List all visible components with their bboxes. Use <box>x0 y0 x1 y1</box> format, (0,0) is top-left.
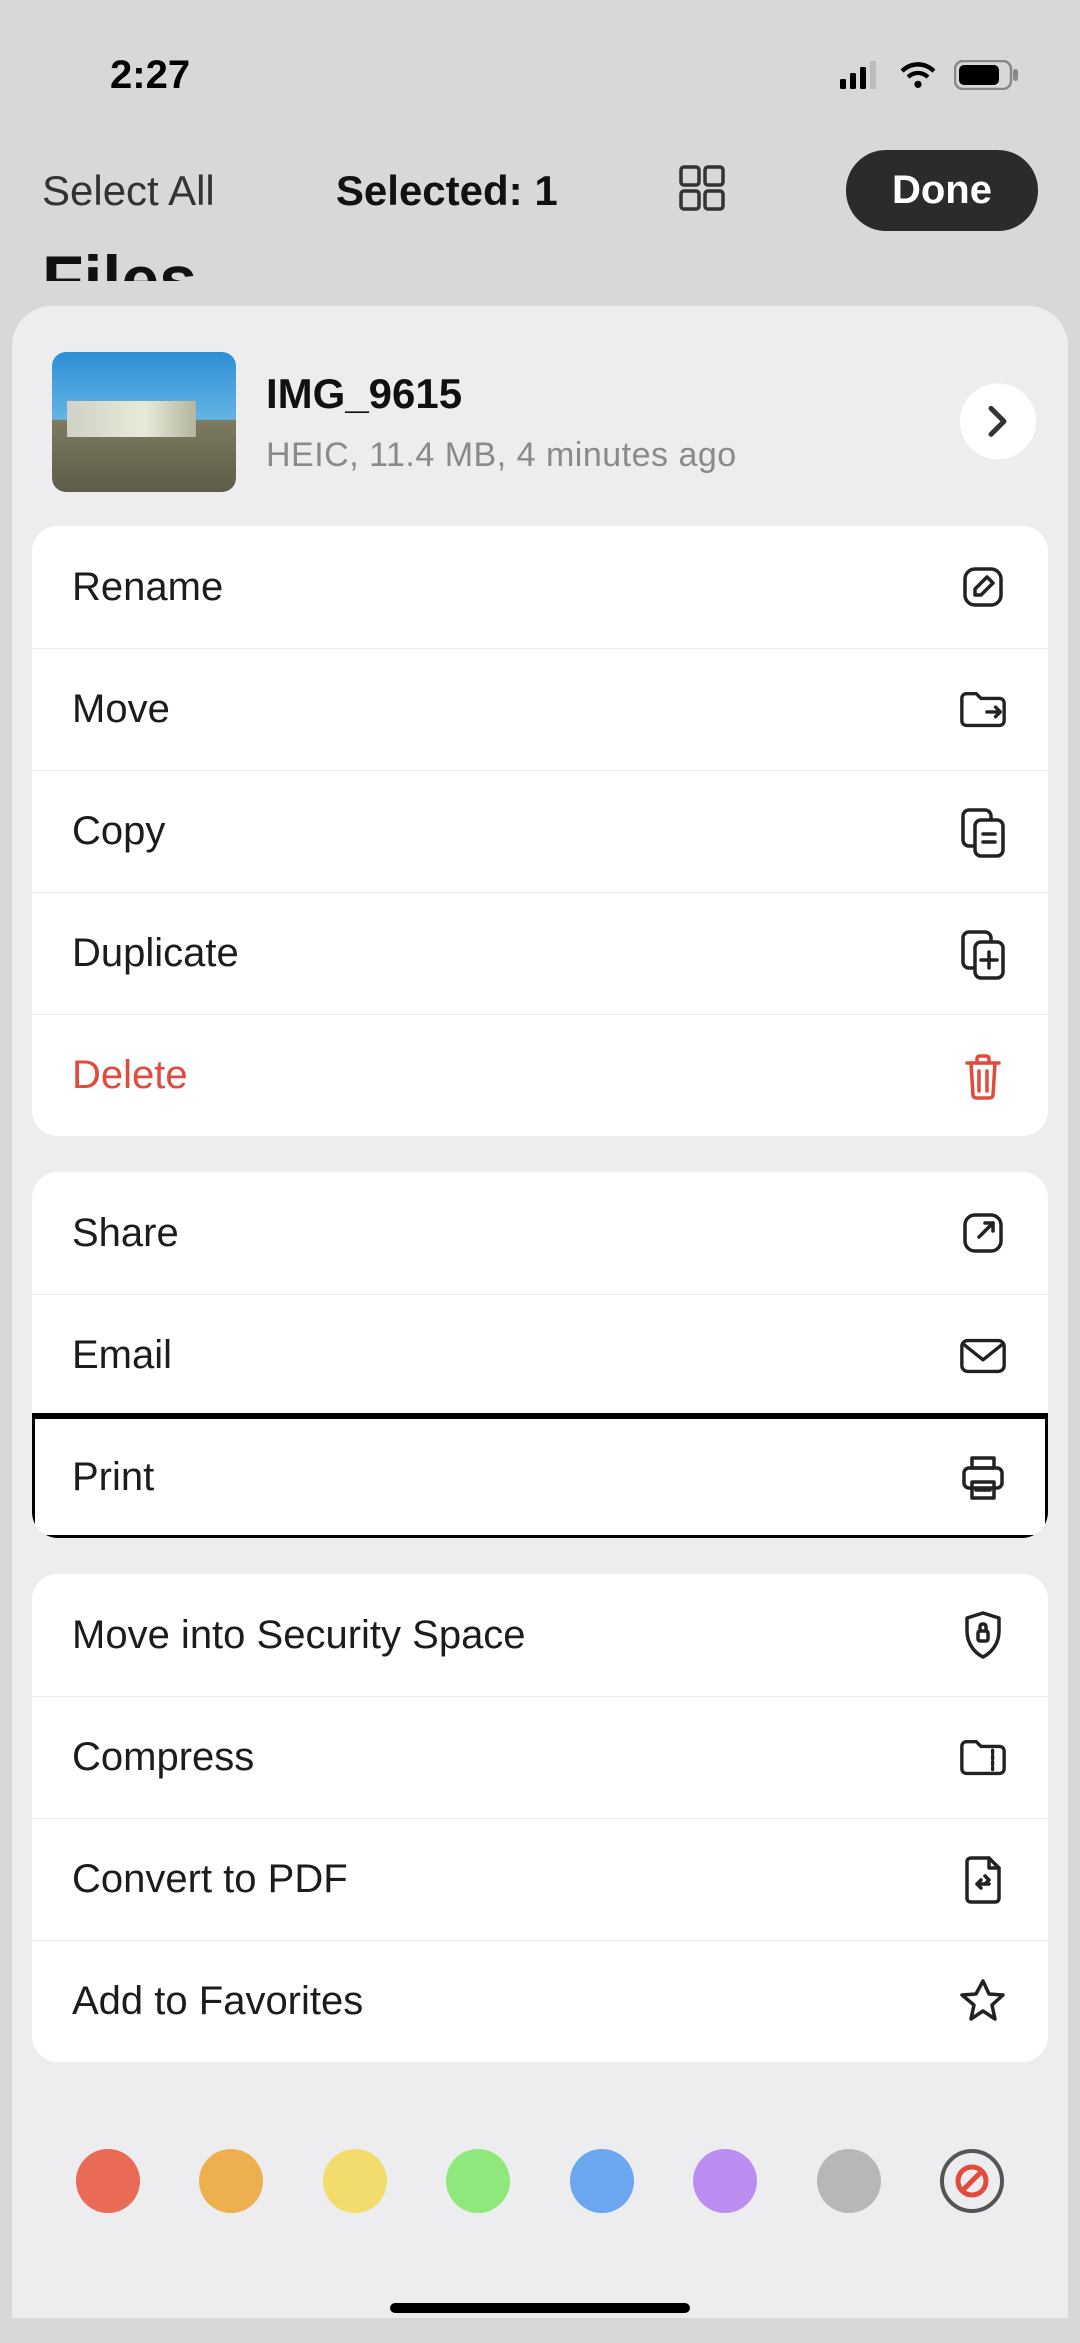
copy-icon <box>958 807 1008 857</box>
mail-icon <box>958 1331 1008 1381</box>
pdf-icon <box>958 1855 1008 1905</box>
tag-orange[interactable] <box>199 2149 263 2213</box>
row-label: Move <box>72 687 170 732</box>
copy-row[interactable]: Copy <box>32 770 1048 892</box>
row-label: Compress <box>72 1735 254 1780</box>
share-icon <box>958 1208 1008 1258</box>
row-label: Print <box>72 1455 154 1500</box>
file-name: IMG_9615 <box>266 370 737 418</box>
share-row[interactable]: Share <box>32 1172 1048 1294</box>
tag-green[interactable] <box>446 2149 510 2213</box>
rename-row[interactable]: Rename <box>32 526 1048 648</box>
action-sheet: IMG_9615 HEIC, 11.4 MB, 4 minutes ago Re… <box>12 306 1068 2318</box>
tag-yellow[interactable] <box>323 2149 387 2213</box>
email-row[interactable]: Email <box>32 1294 1048 1416</box>
shield-lock-icon <box>958 1610 1008 1660</box>
action-group-3: Move into Security Space Compress Conver… <box>32 1574 1048 2062</box>
status-bar: 2:27 <box>0 0 1080 120</box>
file-details-button[interactable] <box>960 383 1036 459</box>
tag-gray[interactable] <box>817 2149 881 2213</box>
home-indicator[interactable] <box>390 2303 690 2313</box>
row-label: Rename <box>72 565 223 610</box>
row-label: Convert to PDF <box>72 1857 348 1902</box>
duplicate-row[interactable]: Duplicate <box>32 892 1048 1014</box>
zip-icon <box>958 1733 1008 1783</box>
duplicate-icon <box>958 929 1008 979</box>
page-title: Files <box>0 241 1080 281</box>
row-label: Duplicate <box>72 931 239 976</box>
row-label: Delete <box>72 1053 188 1098</box>
file-header[interactable]: IMG_9615 HEIC, 11.4 MB, 4 minutes ago <box>22 332 1058 526</box>
convert-pdf-row[interactable]: Convert to PDF <box>32 1818 1048 1940</box>
security-space-row[interactable]: Move into Security Space <box>32 1574 1048 1696</box>
folder-move-icon <box>958 685 1008 735</box>
no-tag-icon <box>954 2163 990 2199</box>
tag-blue[interactable] <box>570 2149 634 2213</box>
top-bar: Select All Selected: 1 Done <box>0 120 1080 241</box>
add-favorite-row[interactable]: Add to Favorites <box>32 1940 1048 2062</box>
delete-row[interactable]: Delete <box>32 1014 1048 1136</box>
print-row[interactable]: Print <box>32 1416 1048 1538</box>
action-group-1: Rename Move Copy Duplicate Delete <box>32 526 1048 1136</box>
status-icons <box>840 60 1020 90</box>
compress-row[interactable]: Compress <box>32 1696 1048 1818</box>
row-label: Copy <box>72 809 165 854</box>
row-label: Move into Security Space <box>72 1613 526 1658</box>
view-grid-button[interactable] <box>679 165 725 216</box>
grid-icon <box>679 165 725 211</box>
move-row[interactable]: Move <box>32 648 1048 770</box>
cellular-icon <box>840 61 882 89</box>
selected-count: Selected: 1 <box>336 167 558 215</box>
color-tag-bar <box>0 2149 1080 2213</box>
chevron-right-icon <box>987 404 1009 438</box>
tag-red[interactable] <box>76 2149 140 2213</box>
trash-icon <box>958 1051 1008 1101</box>
battery-icon <box>954 60 1020 90</box>
edit-icon <box>958 562 1008 612</box>
row-label: Share <box>72 1211 179 1256</box>
done-button[interactable]: Done <box>846 150 1038 231</box>
row-label: Email <box>72 1333 172 1378</box>
status-time: 2:27 <box>110 53 190 98</box>
row-label: Add to Favorites <box>72 1979 363 2024</box>
select-all-button[interactable]: Select All <box>42 167 215 215</box>
star-icon <box>958 1977 1008 2027</box>
file-thumbnail <box>52 352 236 492</box>
tag-purple[interactable] <box>693 2149 757 2213</box>
file-meta: HEIC, 11.4 MB, 4 minutes ago <box>266 436 737 475</box>
wifi-icon <box>898 60 938 90</box>
print-icon <box>958 1453 1008 1503</box>
action-group-2: Share Email Print <box>32 1172 1048 1538</box>
tag-none[interactable] <box>940 2149 1004 2213</box>
